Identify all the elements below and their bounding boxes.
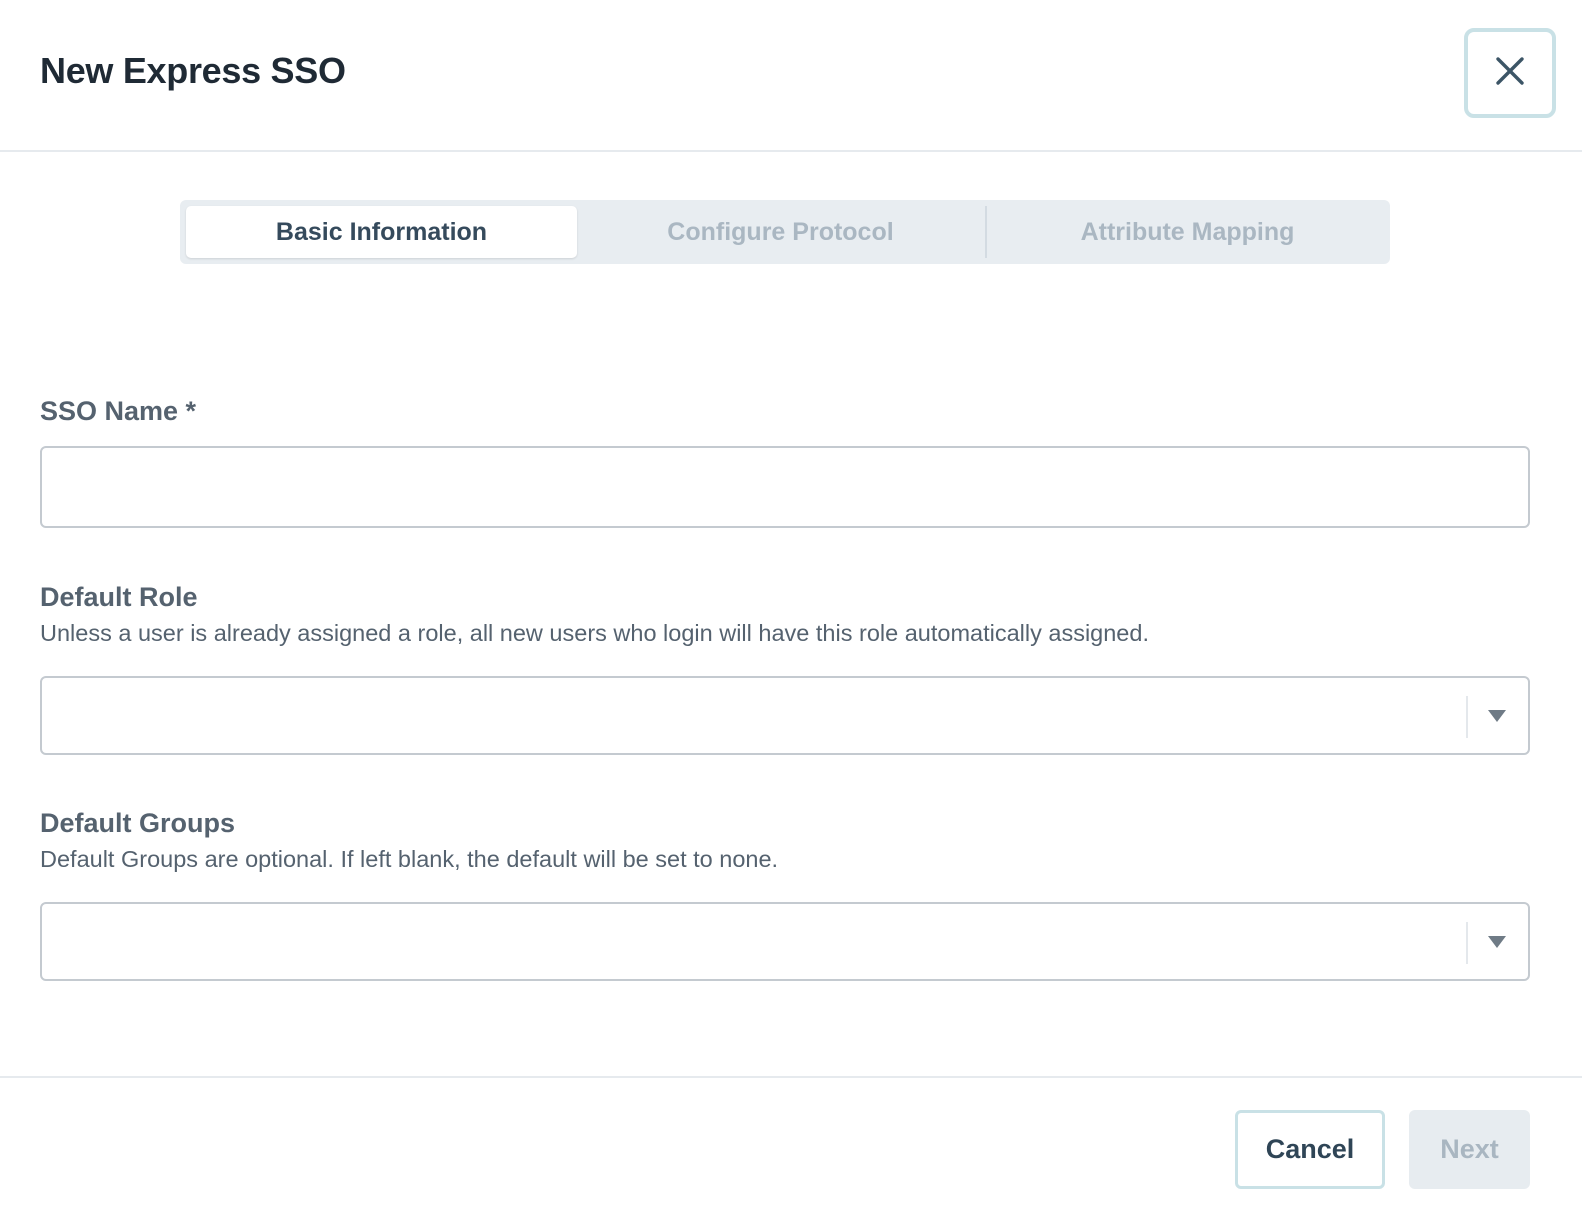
step-tabs: Basic Information Configure Protocol Att… [180,200,1390,264]
modal-title: New Express SSO [40,50,346,91]
close-icon [1495,56,1525,91]
tab-configure-protocol[interactable]: Configure Protocol [583,200,978,264]
close-button[interactable] [1464,28,1556,118]
new-express-sso-modal: New Express SSO Basic Information Config… [0,0,1582,1226]
default-groups-select[interactable] [40,902,1530,981]
chevron-down-icon[interactable] [1488,936,1506,948]
default-groups-help: Default Groups are optional. If left bla… [40,846,779,872]
next-button[interactable]: Next [1409,1110,1530,1189]
footer-divider [0,1076,1582,1078]
sso-name-input[interactable] [40,446,1530,528]
default-role-help: Unless a user is already assigned a role… [40,620,1149,646]
select-separator [1466,696,1468,738]
default-role-select[interactable] [40,676,1530,755]
tab-divider [985,206,987,258]
select-separator [1466,922,1468,964]
tab-attribute-mapping[interactable]: Attribute Mapping [988,200,1387,264]
default-groups-label: Default Groups [40,808,236,838]
chevron-down-icon[interactable] [1488,710,1506,722]
sso-name-label: SSO Name * [40,396,197,426]
tab-basic-information[interactable]: Basic Information [186,206,577,258]
modal-header: New Express SSO [0,0,1582,152]
cancel-button[interactable]: Cancel [1235,1110,1385,1189]
default-role-label: Default Role [40,582,198,612]
